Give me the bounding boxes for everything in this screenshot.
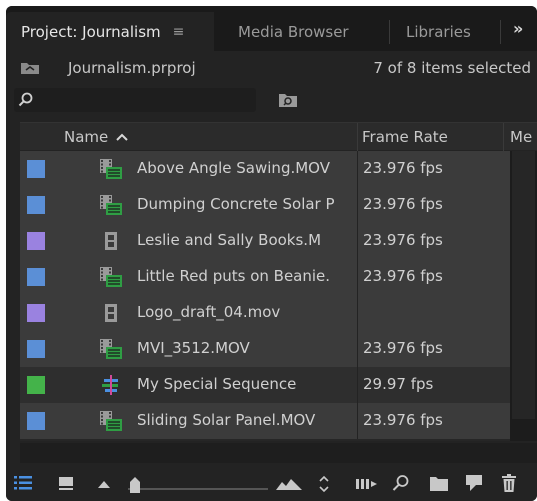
item-frame-rate: 23.976 fps [363,339,443,357]
video-clip-icon [100,195,122,215]
film-strip-icon [105,232,117,250]
panel-tab-bar: Project: Journalism ≡ Media Browser Libr… [6,6,537,51]
item-row[interactable]: Dumping Concrete Solar P 23.976 fps [20,187,510,223]
zoom-slider-handle[interactable] [129,477,141,493]
search-icon [18,92,33,107]
project-file-name: Journalism.prproj [68,59,196,77]
tab-media-browser-label: Media Browser [238,22,349,41]
video-clip-icon [100,159,122,179]
item-row[interactable]: Above Angle Sawing.MOV 23.976 fps [20,151,510,187]
video-clip-icon [100,339,122,359]
tab-libraries[interactable]: Libraries [406,12,486,51]
vertical-scroll-thumb[interactable] [512,151,535,419]
item-row[interactable]: Logo_draft_04.mov [20,295,510,331]
video-clip-icon [100,411,122,431]
automate-to-sequence-icon[interactable] [356,477,378,491]
column-divider [357,367,358,403]
label-color-chip[interactable] [27,160,45,178]
item-frame-rate: 29.97 fps [363,375,434,393]
tab-divider [500,20,501,44]
label-color-chip[interactable] [27,268,45,286]
sort-icons-icon[interactable] [276,478,302,490]
label-color-chip[interactable] [27,232,45,250]
item-name[interactable]: Sliding Solar Panel.MOV [137,411,359,429]
new-bin-icon[interactable] [430,476,448,491]
sort-ascending-icon [116,133,128,141]
tab-project-label: Project: Journalism [21,22,161,41]
label-color-chip[interactable] [27,196,45,214]
column-divider [357,403,358,439]
item-frame-rate: 23.976 fps [363,411,443,429]
project-panel: Project: Journalism ≡ Media Browser Libr… [6,6,537,501]
label-color-chip[interactable] [27,304,45,322]
item-name[interactable]: Dumping Concrete Solar P [137,195,359,213]
column-header-media[interactable]: Me [510,128,532,146]
item-row[interactable]: Sliding Solar Panel.MOV 23.976 fps [20,403,510,439]
label-color-chip[interactable] [27,340,45,358]
item-name[interactable]: Little Red puts on Beanie. [137,267,359,285]
new-item-icon[interactable] [466,475,482,491]
item-frame-rate: 23.976 fps [363,231,443,249]
column-divider[interactable] [357,123,358,151]
item-name[interactable]: MVI_3512.MOV [137,339,359,357]
selection-status: 7 of 8 items selected [373,59,531,77]
item-name[interactable]: Logo_draft_04.mov [137,303,359,321]
column-divider [357,223,358,259]
tab-project[interactable]: Project: Journalism ≡ [6,12,214,51]
search-row [6,86,537,114]
item-name[interactable]: Above Angle Sawing.MOV [137,159,359,177]
item-row[interactable]: MVI_3512.MOV 23.976 fps [20,331,510,367]
column-header-frame-rate[interactable]: Frame Rate [362,128,448,146]
zoom-slider[interactable] [128,488,268,490]
item-name[interactable]: My Special Sequence [137,375,359,393]
column-name-label: Name [64,128,109,146]
item-frame-rate: 23.976 fps [363,267,443,285]
film-strip-icon [105,304,117,322]
item-name[interactable]: Leslie and Sally Books.M [137,231,359,249]
freeform-view-icon[interactable] [98,480,110,488]
horizontal-scrollbar[interactable] [20,443,537,463]
icon-view-icon[interactable] [58,475,74,491]
new-search-bin-icon[interactable] [278,92,298,108]
panel-menu-icon[interactable]: ≡ [173,24,185,40]
search-input[interactable] [14,88,256,112]
vertical-scrollbar[interactable] [510,151,537,441]
column-divider [357,295,358,331]
sequence-icon [102,375,118,395]
item-list: Sliding Solar Panel.MOV 23.976 fps My Spec… [20,151,537,441]
tab-media-browser[interactable]: Media Browser [232,12,362,51]
column-divider[interactable] [503,123,504,151]
column-divider [357,259,358,295]
clear-icon[interactable] [502,474,516,492]
sort-dropdown-icon[interactable] [318,475,330,493]
tab-divider [389,20,390,44]
tab-libraries-label: Libraries [406,22,471,41]
bottom-toolbar [6,466,537,501]
column-header-name[interactable]: Name [64,128,128,146]
item-row[interactable]: Little Red puts on Beanie. 23.976 fps [20,259,510,295]
video-clip-icon [100,267,122,287]
item-frame-rate: 23.976 fps [363,195,443,213]
column-header: Name Frame Rate Me [20,122,537,151]
column-divider [357,331,358,367]
project-info-row: Journalism.prproj 7 of 8 items selected [6,56,537,82]
item-row[interactable]: My Special Sequence 29.97 fps [20,367,510,403]
bin-up-icon[interactable] [20,61,40,75]
item-row[interactable]: Leslie and Sally Books.M 23.976 fps [20,223,510,259]
find-icon[interactable] [392,474,410,492]
label-color-chip[interactable] [27,376,45,394]
column-divider [357,151,358,187]
column-divider [357,187,358,223]
tab-overflow-icon[interactable]: » [513,19,523,38]
label-color-chip[interactable] [27,412,45,430]
item-frame-rate: 23.976 fps [363,159,443,177]
list-view-icon[interactable] [14,475,32,491]
